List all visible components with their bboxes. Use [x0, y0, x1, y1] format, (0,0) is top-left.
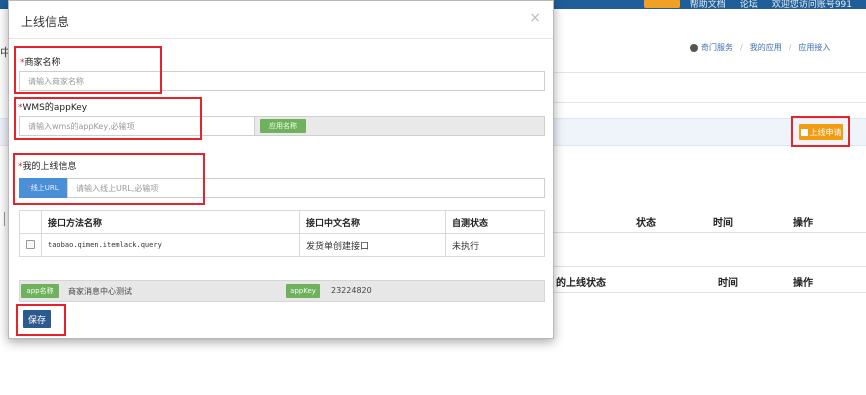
online-info-label: *我的上线信息	[18, 159, 77, 172]
table-header-method: 接口方法名称	[41, 210, 300, 234]
bg-header-online-status: 的上线状态	[556, 278, 606, 289]
online-info-modal: 上线信息 × *商家名称 *WMS的appKey 应用名称 *我的上线信息 *线…	[8, 0, 554, 339]
save-button[interactable]: 保存	[23, 310, 51, 328]
bg-header-ops: 操作	[793, 218, 813, 229]
appkey-tag: appKey	[286, 284, 320, 298]
topbar-forum-link[interactable]: 论坛	[740, 0, 758, 10]
merchant-name-label-text: 商家名称	[24, 58, 61, 68]
topbar-help-link[interactable]: 帮助文档	[690, 0, 726, 10]
merchant-name-input[interactable]	[19, 71, 545, 91]
breadcrumb-item-app-access[interactable]: 应用接入	[798, 42, 830, 53]
qimen-icon	[690, 43, 698, 52]
online-url-input[interactable]	[67, 178, 545, 198]
table-cell-method: taobao.qimen.itemlack.query	[41, 233, 300, 257]
table-cell-self-test: 未执行	[445, 233, 545, 257]
appkey-value: 23224820	[331, 286, 372, 295]
table-cell-name-cn: 发货单创建接口	[299, 233, 446, 257]
online-info-label-text: 我的上线信息	[22, 162, 77, 172]
plus-icon	[800, 128, 808, 136]
breadcrumb-item-my-apps[interactable]: 我的应用	[750, 42, 782, 53]
wms-appkey-label-text: WMS的appKey	[22, 103, 88, 113]
wms-appkey-label: *WMS的appKey	[18, 100, 87, 113]
online-apply-button[interactable]: 上线申请	[799, 124, 843, 140]
breadcrumb-separator: /	[788, 43, 792, 52]
online-url-tag: * 线上URL	[19, 178, 67, 198]
merchant-name-label: *商家名称	[20, 55, 61, 68]
breadcrumb-item-qimen[interactable]: 奇门服务	[701, 42, 733, 53]
topbar-welcome-text: 欢迎您访问账号991	[771, 0, 852, 10]
modal-header: 上线信息 ×	[9, 1, 553, 39]
bg-row-divider	[554, 232, 866, 233]
breadcrumb: 奇门服务 / 我的应用 / 应用接入	[690, 42, 830, 53]
app-name-value: 商家消息中心测试	[68, 287, 132, 296]
erp-logo[interactable]	[643, 0, 680, 8]
app-name-tag: 应用名称	[260, 119, 306, 133]
bg-header-time: 时间	[713, 218, 733, 229]
wms-appkey-input[interactable]	[19, 116, 255, 136]
breadcrumb-separator: /	[740, 43, 743, 52]
row-checkbox[interactable]	[26, 240, 35, 249]
close-icon[interactable]: ×	[529, 10, 541, 26]
table-row: taobao.qimen.itemlack.query 发货单创建接口 未执行	[19, 233, 545, 257]
table-header-row: 接口方法名称 接口中文名称 自测状态	[19, 210, 545, 234]
bg-row-divider	[554, 292, 866, 293]
bg-header-ops-2: 操作	[793, 278, 813, 289]
table-header-name-cn: 接口中文名称	[299, 210, 446, 234]
background-table-edge	[4, 212, 5, 226]
bg-header-time-2: 时间	[718, 278, 738, 289]
online-apply-label: 上线申请	[809, 127, 842, 137]
table-header-self-test: 自测状态	[445, 210, 545, 234]
app-name-tag-2: app名称	[21, 284, 59, 298]
modal-title: 上线信息	[21, 15, 70, 29]
table-cell-checkbox	[19, 233, 42, 257]
divider	[554, 102, 866, 103]
table-header-checkbox	[19, 210, 42, 234]
bg-row-divider	[554, 266, 866, 267]
online-url-tag-text: 线上URL	[30, 184, 59, 192]
divider	[554, 72, 866, 73]
interface-table: 接口方法名称 接口中文名称 自测状态 taobao.qimen.itemlack…	[19, 210, 545, 257]
topbar-links: 帮助文档 论坛 欢迎您访问账号991	[643, 0, 866, 10]
bg-header-status: 状态	[636, 218, 656, 229]
